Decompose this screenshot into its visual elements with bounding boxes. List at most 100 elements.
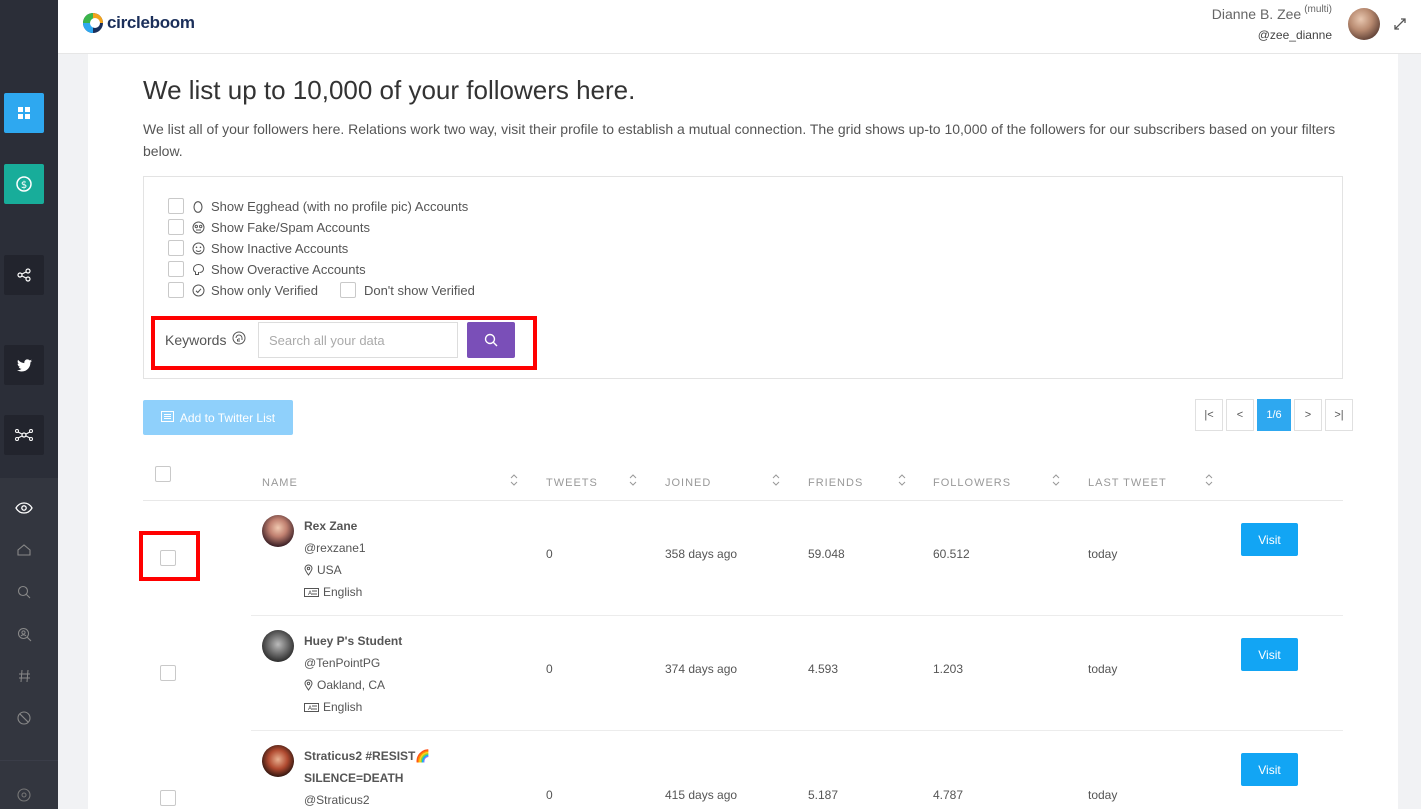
twitter-icon[interactable] xyxy=(4,345,44,385)
location-pin-icon xyxy=(304,564,313,576)
row-checkbox[interactable] xyxy=(160,790,176,806)
joined-date: 415 days ago xyxy=(665,788,738,802)
dont-show-verified-checkbox[interactable] xyxy=(339,282,356,298)
svg-text:$: $ xyxy=(21,180,27,191)
row-checkbox-highlight xyxy=(139,531,200,581)
row-checkbox[interactable] xyxy=(160,665,176,681)
fingerprint-icon xyxy=(232,331,246,348)
column-followers[interactable]: FOLLOWERS xyxy=(933,477,1011,489)
sort-last-tweet-icon[interactable] xyxy=(1205,473,1213,487)
circleboom-logo-icon xyxy=(83,13,103,33)
settings-icon[interactable] xyxy=(4,778,44,809)
filter-inactive[interactable]: Show Inactive Accounts xyxy=(168,240,348,256)
block-icon[interactable] xyxy=(4,701,44,735)
fake-face-icon xyxy=(191,220,205,234)
joined-date: 374 days ago xyxy=(665,662,738,676)
follower-language: A English xyxy=(304,700,362,714)
expand-icon[interactable] xyxy=(1393,17,1407,31)
tweets-count: 0 xyxy=(546,662,553,676)
keywords-search-input[interactable] xyxy=(258,322,458,358)
top-header: circleboom Dianne B. Zee (multi) @zee_dia… xyxy=(58,0,1421,54)
brain-icon xyxy=(191,262,205,276)
follower-name[interactable]: Rex Zane xyxy=(304,519,357,533)
egghead-checkbox[interactable] xyxy=(168,198,184,214)
user-search-icon[interactable] xyxy=(4,617,44,651)
network-icon[interactable] xyxy=(4,415,44,455)
followers-count: 1.203 xyxy=(933,662,964,676)
filter-fake-spam[interactable]: Show Fake/Spam Accounts xyxy=(168,219,370,235)
eye-icon[interactable] xyxy=(4,491,44,525)
table-row: Huey P's Student @TenPointPG Oakland, CA… xyxy=(143,616,1343,731)
sort-name-icon[interactable] xyxy=(510,473,518,487)
visit-button[interactable]: Visit xyxy=(1241,753,1298,786)
sort-tweets-icon[interactable] xyxy=(629,473,637,487)
last-tweet: today xyxy=(1088,662,1118,676)
visit-button[interactable]: Visit xyxy=(1241,638,1298,671)
list-icon xyxy=(160,410,174,425)
avatar[interactable] xyxy=(262,745,294,777)
column-name[interactable]: NAME xyxy=(262,477,298,489)
location-pin-icon xyxy=(304,679,313,691)
followers-count: 60.512 xyxy=(933,547,970,561)
only-verified-checkbox[interactable] xyxy=(168,282,184,298)
last-page-button[interactable]: >| xyxy=(1325,399,1353,431)
tweets-count: 0 xyxy=(546,547,553,561)
last-tweet: today xyxy=(1088,788,1118,802)
first-page-button[interactable]: |< xyxy=(1195,399,1223,431)
column-joined[interactable]: JOINED xyxy=(665,477,711,489)
tweets-count: 0 xyxy=(546,788,553,802)
inactive-checkbox[interactable] xyxy=(168,240,184,256)
filter-verified[interactable]: Show only Verified Don't show Verified xyxy=(168,282,475,298)
next-page-button[interactable]: > xyxy=(1294,399,1322,431)
prev-page-button[interactable]: < xyxy=(1226,399,1254,431)
user-handle: @zee_dianne xyxy=(1257,28,1332,42)
location-text: USA xyxy=(317,563,342,577)
pricing-icon[interactable]: $ xyxy=(4,164,44,204)
filter-panel: Show Egghead (with no profile pic) Accou… xyxy=(143,176,1343,379)
share-icon[interactable] xyxy=(4,255,44,295)
current-page-indicator[interactable]: 1/6 xyxy=(1257,399,1291,431)
location-text: Oakland, CA xyxy=(317,678,386,692)
filter-fake-spam-label: Show Fake/Spam Accounts xyxy=(211,219,370,235)
filter-dont-show-verified-label: Don't show Verified xyxy=(363,282,475,298)
fake-spam-checkbox[interactable] xyxy=(168,219,184,235)
avatar[interactable] xyxy=(262,630,294,662)
select-all-checkbox[interactable] xyxy=(155,466,171,482)
column-tweets[interactable]: TWEETS xyxy=(546,477,598,489)
filter-overactive[interactable]: Show Overactive Accounts xyxy=(168,261,366,277)
sort-joined-icon[interactable] xyxy=(772,473,780,487)
sidebar-divider xyxy=(0,760,58,761)
hashtag-icon[interactable] xyxy=(4,659,44,693)
keywords-search-button[interactable] xyxy=(467,322,515,358)
follower-name-line2: SILENCE=DEATH xyxy=(304,771,404,785)
visit-button[interactable]: Visit xyxy=(1241,523,1298,556)
user-name-text: Dianne B. Zee xyxy=(1211,6,1302,22)
language-icon: A xyxy=(304,702,319,712)
column-friends[interactable]: FRIENDS xyxy=(808,477,863,489)
column-last-tweet[interactable]: LAST TWEET xyxy=(1088,477,1167,489)
keywords-label-text: Keywords xyxy=(165,331,227,348)
filter-only-verified-label: Show only Verified xyxy=(211,282,318,298)
home-icon[interactable] xyxy=(4,533,44,567)
user-avatar[interactable] xyxy=(1348,8,1380,40)
follower-handle: @Straticus2 xyxy=(304,793,370,807)
search-icon xyxy=(484,333,498,347)
follower-location: USA xyxy=(304,563,342,577)
keywords-search-highlight: Keywords xyxy=(151,316,537,370)
search-icon[interactable] xyxy=(4,575,44,609)
dashboard-icon[interactable] xyxy=(4,93,44,133)
overactive-checkbox[interactable] xyxy=(168,261,184,277)
user-name[interactable]: Dianne B. Zee (multi) xyxy=(1211,4,1332,22)
avatar[interactable] xyxy=(262,515,294,547)
table-row: Rex Zane @rexzane1 USA A English 0 358 d… xyxy=(143,501,1343,616)
friends-count: 5.187 xyxy=(808,788,839,802)
filter-egghead[interactable]: Show Egghead (with no profile pic) Accou… xyxy=(168,198,468,214)
sort-followers-icon[interactable] xyxy=(1052,473,1060,487)
friends-count: 4.593 xyxy=(808,662,839,676)
logo[interactable]: circleboom xyxy=(82,12,195,34)
add-to-twitter-list-button[interactable]: Add to Twitter List xyxy=(143,400,293,435)
follower-name[interactable]: Straticus2 #RESIST🌈 xyxy=(304,749,430,763)
sort-friends-icon[interactable] xyxy=(898,473,906,487)
follower-handle: @TenPointPG xyxy=(304,656,381,670)
follower-name[interactable]: Huey P's Student xyxy=(304,634,402,648)
